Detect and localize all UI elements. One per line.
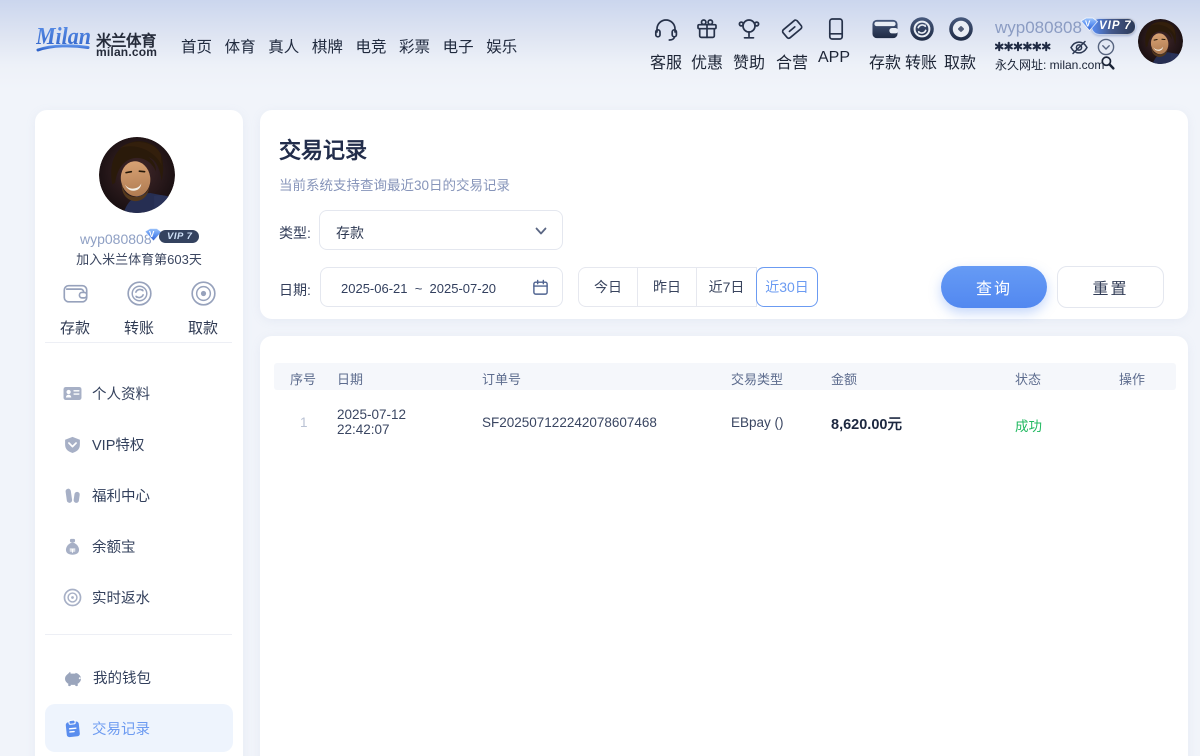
svg-text:V: V <box>149 230 155 239</box>
svg-text:V: V <box>1085 20 1091 29</box>
